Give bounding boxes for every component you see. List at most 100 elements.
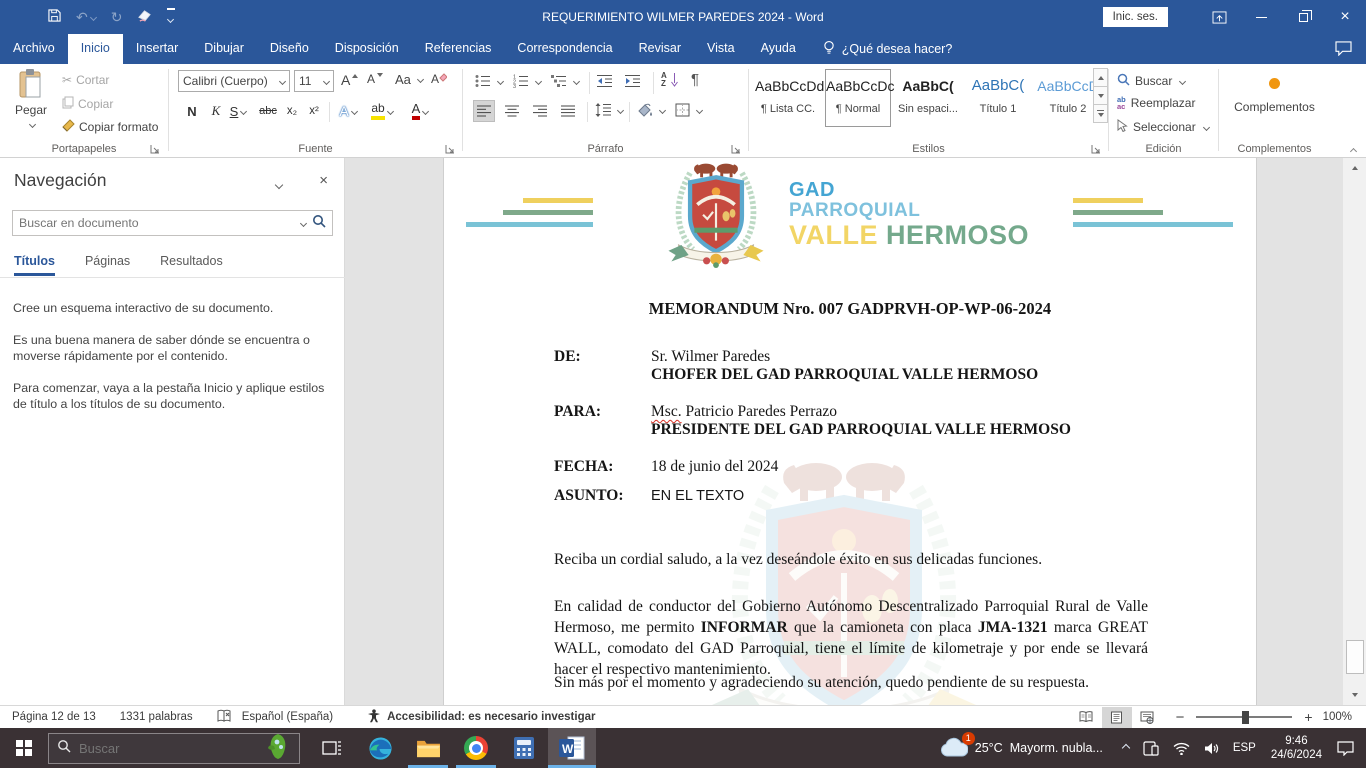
web-layout-icon[interactable]: [1132, 707, 1162, 728]
bullet-list-button[interactable]: [475, 74, 505, 88]
find-button[interactable]: Buscar: [1117, 73, 1187, 89]
multilevel-list-button[interactable]: [551, 74, 581, 88]
bold-button[interactable]: N: [181, 100, 203, 122]
style-titulo-1[interactable]: AaBbC(Título 1: [965, 69, 1031, 127]
tab-correspondencia[interactable]: Correspondencia: [504, 34, 625, 64]
text-effects-button[interactable]: A: [337, 100, 359, 122]
tab-vista[interactable]: Vista: [694, 34, 748, 64]
shading-button[interactable]: [637, 103, 667, 117]
document-page[interactable]: GAD PARROQUIAL VALLE HERMOSO MEMORANDUM …: [443, 158, 1257, 705]
format-painter-button[interactable]: Copiar formato: [62, 119, 158, 135]
feedback-comment-icon[interactable]: [1335, 41, 1352, 59]
cut-button[interactable]: ✂ Cortar: [62, 73, 109, 87]
align-center-button[interactable]: [501, 100, 523, 122]
accessibility-icon[interactable]: [367, 708, 381, 726]
paste-button[interactable]: Pegar: [8, 69, 54, 131]
align-left-button[interactable]: [473, 100, 495, 122]
minimize-button[interactable]: [1240, 0, 1282, 34]
show-hidden-icons-chevron[interactable]: [1113, 728, 1136, 768]
tab-dibujar[interactable]: Dibujar: [191, 34, 257, 64]
shrink-font-button[interactable]: A: [367, 72, 384, 86]
scroll-up-icon[interactable]: [1346, 160, 1364, 176]
tab-diseno[interactable]: Diseño: [257, 34, 322, 64]
weather-widget[interactable]: 1 25°C Mayorm. nubla...: [930, 731, 1113, 760]
scroll-down-icon[interactable]: [1346, 687, 1364, 703]
tab-disposicion[interactable]: Disposición: [322, 34, 412, 64]
language-indicator[interactable]: ESP: [1226, 728, 1263, 768]
increase-indent-button[interactable]: [625, 74, 641, 88]
styles-scroll-up-icon[interactable]: [1093, 68, 1108, 87]
superscript-button[interactable]: x²: [303, 100, 325, 122]
underline-button[interactable]: S: [227, 100, 249, 122]
navpane-search-icon[interactable]: [312, 214, 326, 233]
language-indicator[interactable]: Español (España): [242, 711, 333, 723]
word-taskbar-icon[interactable]: W: [548, 728, 596, 768]
tab-paginas[interactable]: Páginas: [85, 254, 130, 276]
clock[interactable]: 9:46 24/6/2024: [1263, 734, 1330, 762]
align-right-button[interactable]: [529, 100, 551, 122]
style-sin-espaciado[interactable]: AaBbC(Sin espaci...: [895, 69, 961, 127]
file-explorer-taskbar-icon[interactable]: [404, 728, 452, 768]
paragraph-dialog-launcher-icon[interactable]: [731, 143, 742, 154]
style-normal[interactable]: AaBbCcDc ¶ Normal: [825, 69, 894, 127]
copy-button[interactable]: Copiar: [62, 96, 113, 112]
clear-formatting-button[interactable]: A: [431, 72, 447, 86]
zoom-slider[interactable]: [1196, 710, 1293, 724]
styles-scroll-down-icon[interactable]: [1093, 86, 1108, 105]
proofing-status-icon[interactable]: [217, 709, 232, 726]
tab-revisar[interactable]: Revisar: [626, 34, 694, 64]
navpane-close-icon[interactable]: ×: [319, 172, 328, 189]
ribbon-display-options-icon[interactable]: [1198, 0, 1240, 34]
zoom-out-icon[interactable]: −: [1176, 709, 1185, 726]
tab-insertar[interactable]: Insertar: [123, 34, 191, 64]
borders-button[interactable]: [675, 103, 704, 117]
action-center-icon[interactable]: [1330, 728, 1366, 768]
tab-archivo[interactable]: Archivo: [0, 34, 68, 64]
change-case-button[interactable]: Aa: [395, 72, 424, 87]
tab-inicio[interactable]: Inicio: [67, 34, 123, 64]
vertical-scrollbar[interactable]: [1342, 158, 1366, 705]
navpane-chevron-down-icon[interactable]: [273, 176, 284, 193]
show-formatting-marks-button[interactable]: ¶: [691, 71, 699, 88]
calculator-taskbar-icon[interactable]: [500, 728, 548, 768]
phone-link-icon[interactable]: [1136, 728, 1166, 768]
zoom-level[interactable]: 100%: [1323, 711, 1352, 723]
tell-me-box[interactable]: ¿Qué desea hacer?: [809, 34, 952, 64]
italic-button[interactable]: K: [205, 100, 227, 122]
style-titulo-2[interactable]: AaBbCcD Título 2: [1035, 69, 1101, 127]
addins-button[interactable]: Complementos: [1219, 78, 1330, 114]
start-button[interactable]: [0, 728, 48, 768]
print-layout-icon[interactable]: [1101, 706, 1132, 728]
justify-button[interactable]: [557, 100, 579, 122]
search-highlight-image[interactable]: [265, 732, 291, 765]
font-size-combobox[interactable]: 11: [294, 70, 334, 92]
styles-dialog-launcher-icon[interactable]: [1091, 143, 1102, 154]
subscript-button[interactable]: x₂: [281, 100, 303, 122]
clipboard-dialog-launcher-icon[interactable]: [150, 143, 161, 154]
close-button[interactable]: ×: [1324, 0, 1366, 34]
tab-referencias[interactable]: Referencias: [412, 34, 505, 64]
volume-icon[interactable]: [1197, 728, 1226, 768]
tab-resultados[interactable]: Resultados: [160, 254, 223, 276]
font-color-button[interactable]: A: [409, 100, 431, 122]
wifi-icon[interactable]: [1166, 728, 1197, 768]
task-view-button[interactable]: [308, 728, 356, 768]
font-name-combobox[interactable]: Calibri (Cuerpo): [178, 70, 290, 92]
replace-button[interactable]: ab ac Reemplazar: [1117, 96, 1195, 111]
strikethrough-button[interactable]: abc: [257, 100, 279, 122]
restore-button[interactable]: [1282, 0, 1324, 34]
font-dialog-launcher-icon[interactable]: [445, 143, 456, 154]
tab-ayuda[interactable]: Ayuda: [748, 34, 809, 64]
style-lista-cc[interactable]: AaBbCcDd ¶ Lista CC.: [755, 69, 824, 127]
zoom-slider-thumb[interactable]: [1242, 710, 1250, 724]
numbered-list-button[interactable]: 123: [513, 74, 543, 88]
sign-in-button[interactable]: Inic. ses.: [1102, 7, 1168, 27]
zoom-in-icon[interactable]: +: [1304, 709, 1312, 725]
taskbar-search-input[interactable]: [79, 740, 257, 756]
line-spacing-button[interactable]: [595, 103, 625, 117]
accessibility-status[interactable]: Accesibilidad: es necesario investigar: [387, 711, 595, 723]
tab-titulos[interactable]: Títulos: [14, 254, 55, 276]
read-mode-icon[interactable]: [1072, 707, 1102, 728]
word-count[interactable]: 1331 palabras: [120, 711, 193, 723]
chrome-taskbar-icon[interactable]: [452, 728, 500, 768]
